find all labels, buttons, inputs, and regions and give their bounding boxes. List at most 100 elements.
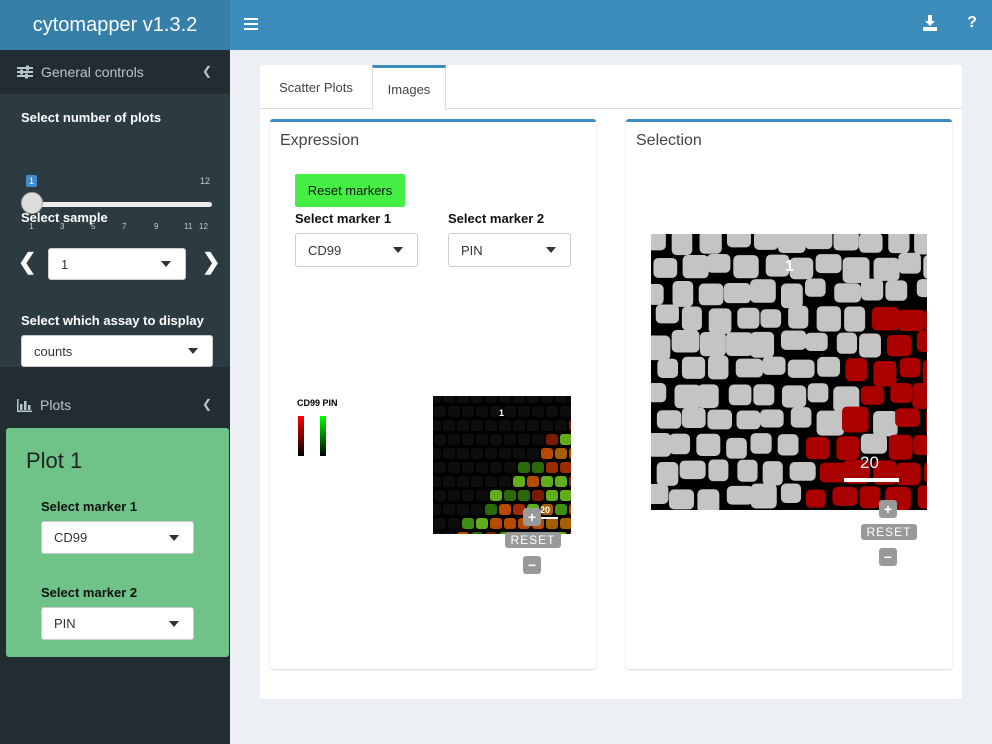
help-icon[interactable]: ? [962, 14, 982, 36]
cell [760, 309, 782, 328]
cell [527, 476, 539, 487]
selection-reset-button[interactable]: RESET [861, 524, 917, 540]
selection-panel: Selection 1 20 + RESET − [626, 119, 952, 669]
cell [443, 504, 455, 515]
cell [546, 406, 558, 417]
cell [728, 384, 752, 406]
cell [434, 462, 446, 473]
sample-select[interactable]: 1 [48, 248, 186, 280]
cell [780, 330, 807, 350]
tab-images[interactable]: Images [372, 65, 446, 110]
cell [448, 406, 460, 417]
cell [546, 518, 558, 529]
cell [860, 278, 884, 301]
cell [476, 462, 488, 473]
cell [471, 396, 483, 403]
cell [781, 385, 807, 408]
selection-image-label: 1 [785, 258, 794, 275]
cell [443, 532, 455, 534]
cell [844, 306, 866, 332]
main-tab-box: Scatter Plots Images Expression Reset ma… [260, 65, 962, 699]
minus-icon: − [883, 549, 893, 565]
reset-markers-button[interactable]: Reset markers [295, 174, 405, 207]
caret-down-icon [393, 247, 403, 253]
cell [912, 435, 927, 455]
cell [476, 434, 488, 445]
marker2-select[interactable]: PIN [448, 233, 571, 267]
expression-scale-label: 20 [540, 505, 551, 515]
slider-tick: 7 [122, 222, 127, 231]
caret-down-icon [169, 620, 179, 627]
chevron-left-icon[interactable]: ❮ [202, 64, 212, 78]
plots-header[interactable]: Plots ❮ [0, 383, 230, 427]
cell [836, 332, 858, 354]
cell [762, 356, 786, 375]
slider-max-label: 12 [200, 176, 211, 186]
sidebar-toggle-icon[interactable] [244, 15, 258, 35]
cell [753, 384, 775, 406]
cell [925, 410, 927, 433]
cell [546, 434, 558, 445]
cell [490, 490, 502, 501]
cell [750, 331, 775, 358]
selection-zoom-out-button[interactable]: − [879, 548, 897, 566]
plot1-marker2-select[interactable]: PIN [41, 607, 194, 640]
cell [490, 462, 502, 473]
cell [726, 332, 754, 357]
expression-reset-button[interactable]: RESET [505, 532, 561, 548]
cell [457, 532, 469, 534]
selection-zoom-in-button[interactable]: + [879, 500, 897, 518]
num-plots-slider-track[interactable] [30, 202, 212, 207]
expression-zoom-in-button[interactable]: + [523, 508, 541, 526]
cell [434, 434, 446, 445]
cell [817, 356, 840, 377]
marker2-label: Select marker 2 [448, 211, 545, 226]
cell [842, 406, 869, 433]
bar-chart-icon [17, 398, 32, 412]
cell [433, 476, 441, 487]
cell [651, 484, 669, 504]
marker1-select[interactable]: CD99 [295, 233, 418, 267]
cell [787, 359, 815, 378]
cell [859, 333, 881, 358]
cell [471, 532, 483, 534]
prev-sample-button[interactable]: ❮ [18, 249, 36, 275]
cell [762, 461, 783, 486]
cell [518, 462, 530, 473]
assay-select[interactable]: counts [21, 335, 213, 367]
cell [656, 462, 679, 486]
cell [888, 234, 910, 254]
caret-down-icon [169, 534, 179, 541]
plus-icon: + [883, 501, 893, 517]
cell [790, 407, 812, 428]
tab-scatter-plots[interactable]: Scatter Plots [260, 65, 372, 109]
cell [651, 284, 664, 305]
general-controls-header[interactable]: General controls ❮ [0, 50, 230, 94]
plot1-marker1-select[interactable]: CD99 [41, 521, 194, 554]
cell [736, 410, 761, 430]
marker1-value: CD99 [308, 242, 342, 258]
chevron-left-icon[interactable]: ❮ [202, 397, 212, 411]
slider-value-badge: 1 [26, 175, 38, 187]
expression-image-label: 1 [499, 408, 505, 418]
next-sample-button[interactable]: ❯ [202, 249, 220, 275]
download-icon[interactable] [920, 14, 940, 36]
cell [760, 409, 784, 428]
cell [462, 490, 474, 501]
app-logo: cytomapper v1.3.2 [0, 0, 230, 50]
cell [476, 518, 488, 529]
cell [651, 335, 671, 361]
cell [504, 490, 516, 501]
cell [750, 483, 777, 509]
cell [707, 409, 733, 430]
caret-down-icon [188, 348, 198, 354]
cell [735, 358, 763, 378]
cell [443, 420, 455, 431]
cell [457, 396, 469, 403]
cell [546, 490, 558, 501]
cell [651, 383, 667, 403]
cell [490, 518, 502, 529]
tab-bar: Scatter Plots Images [260, 65, 962, 110]
cell [485, 532, 497, 534]
expression-zoom-out-button[interactable]: − [523, 556, 541, 574]
